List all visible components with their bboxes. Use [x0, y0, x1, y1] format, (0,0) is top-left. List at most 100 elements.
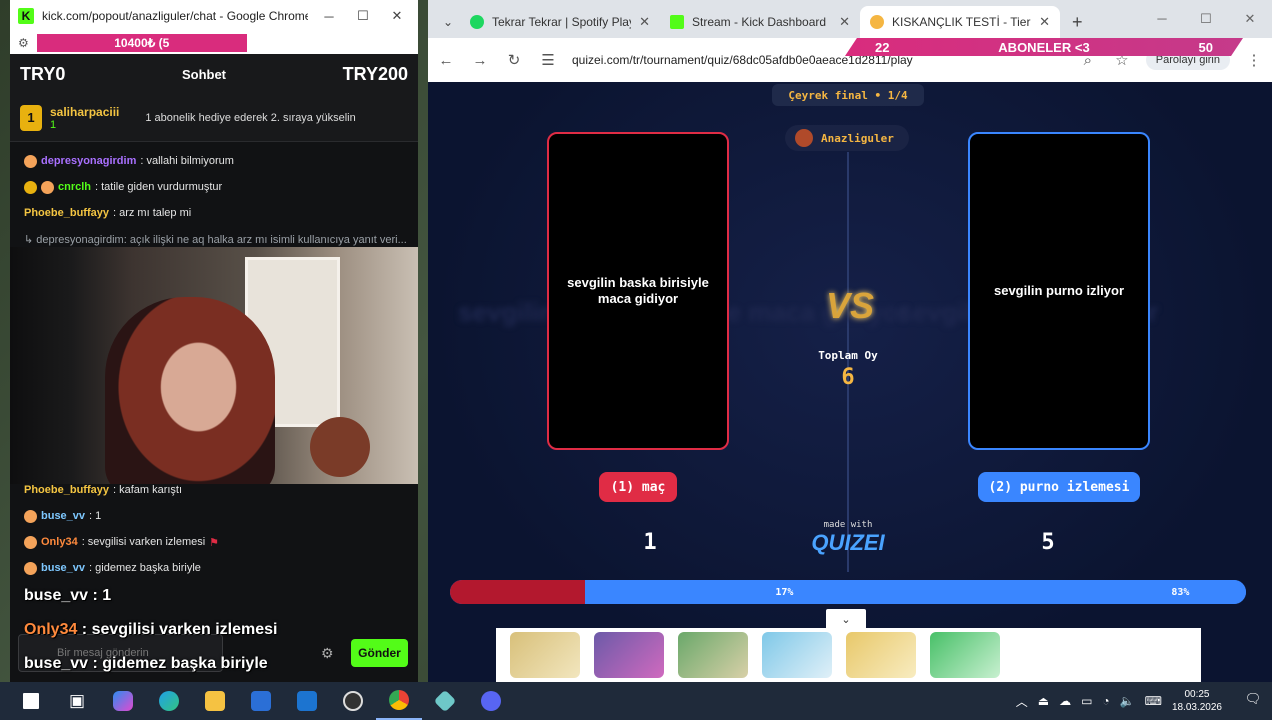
minimize-button[interactable]: ─: [1140, 0, 1184, 38]
cat-badge-icon: [24, 509, 37, 523]
gift-leaderboard[interactable]: 1 saliharpaciii 1 1 abonelik hediye eder…: [10, 94, 418, 142]
left-option-text: sevgilin baska birisiyle maca gidiyor: [567, 275, 709, 306]
close-tab-icon[interactable]: ✕: [1039, 14, 1050, 30]
expand-ad-chevron-icon[interactable]: ⌄: [826, 609, 866, 629]
wifi-icon[interactable]: ◔: [1102, 694, 1109, 708]
creator-chip[interactable]: Anazliguler: [785, 125, 909, 151]
maximize-button[interactable]: ☐: [1184, 0, 1228, 38]
left-vote-count: 1: [643, 530, 657, 555]
creator-avatar: [795, 129, 813, 147]
teddy-bear-image: [310, 417, 370, 477]
cat-badge-icon: [24, 561, 37, 575]
close-tab-icon[interactable]: ✕: [839, 14, 850, 30]
copilot-icon[interactable]: [100, 682, 146, 720]
ad-product-image[interactable]: [846, 632, 916, 678]
chat-settings-icon[interactable]: ⚙: [321, 645, 334, 662]
discord-icon[interactable]: [468, 682, 514, 720]
minimize-button[interactable]: ─: [316, 9, 342, 24]
file-explorer-icon[interactable]: [192, 682, 238, 720]
site-settings-icon[interactable]: ⚙: [18, 36, 29, 50]
back-icon[interactable]: ←: [436, 52, 456, 69]
chat-message: buse_vv : gidemez başka biriyle: [10, 555, 418, 581]
maximize-button[interactable]: ☐: [350, 8, 376, 24]
tab-title: Tekrar Tekrar | Spotify Playl: [492, 15, 632, 29]
close-button[interactable]: ✕: [1228, 0, 1272, 38]
tab-spotify[interactable]: Tekrar Tekrar | Spotify Playl ✕: [460, 6, 660, 38]
right-choice-button[interactable]: (2) purno izlemesi: [978, 472, 1140, 502]
jewelry-ad-banner[interactable]: [496, 628, 1201, 682]
start-windows-icon[interactable]: [8, 682, 54, 720]
kick-chat-popout-window: K kick.com/popout/anazliguler/chat - Goo…: [10, 0, 418, 682]
window-controls: ─ ☐ ✕: [1140, 0, 1272, 38]
clock[interactable]: 00:25 18.03.2026: [1172, 688, 1222, 714]
task-view-icon[interactable]: ▣: [54, 682, 100, 720]
tab-title: Stream - Kick Dashboard: [692, 15, 827, 29]
menu-icon[interactable]: ⋮: [1244, 51, 1264, 69]
chat-message: Only34: sevgilisi varken izlemesi ⚑: [10, 529, 418, 555]
chat-message: depresyonagirdim : vallahi bilmiyorum: [10, 148, 418, 174]
vs-icon: VS: [826, 285, 875, 326]
overlay-line: Only34 : sevgilisi varken izlemesi: [24, 619, 277, 653]
leader-username: saliharpaciii: [50, 104, 120, 119]
chat-username[interactable]: buse_vv: [41, 562, 85, 574]
edge-icon[interactable]: [146, 682, 192, 720]
left-choice-button[interactable]: (1) maç: [599, 472, 677, 502]
tab-quizei[interactable]: KISKANÇLIK TESTİ - Tier Lis ✕: [860, 6, 1060, 38]
chat-username[interactable]: Phoebe_buffayy: [24, 484, 109, 496]
reload-icon[interactable]: ↻: [504, 51, 524, 69]
new-tab-button[interactable]: +: [1060, 6, 1095, 38]
forward-icon[interactable]: →: [470, 52, 490, 69]
send-button[interactable]: Gönder: [351, 639, 408, 667]
volume-icon[interactable]: 🔈: [1120, 694, 1135, 708]
overlay-text: : sevgilisi varken izlemesi: [77, 621, 278, 638]
cloud-icon[interactable]: ☁: [1059, 694, 1071, 708]
right-option-card[interactable]: sevgilin purno izliyor: [968, 132, 1150, 450]
tab-kick-dashboard[interactable]: Stream - Kick Dashboard ✕: [660, 6, 860, 38]
notification-icon[interactable]: 🗨: [1242, 691, 1264, 711]
obs-icon[interactable]: [330, 682, 376, 720]
vote-split-bar: 17% 83%: [450, 580, 1246, 604]
total-votes-label: Toplam Oy: [818, 349, 878, 362]
ad-product-image[interactable]: [678, 632, 748, 678]
chat-text: : vallahi bilmiyorum: [140, 155, 234, 167]
chat-text: : sevgilisi varken izlemesi: [81, 536, 206, 548]
ad-product-image[interactable]: [762, 632, 832, 678]
chat-username[interactable]: Phoebe_buffayy: [24, 207, 109, 219]
chat-title: Sohbet: [181, 66, 227, 82]
chat-text: : gidemez başka biriyle: [89, 562, 201, 574]
tray-expand-icon[interactable]: ︿: [1016, 693, 1028, 710]
total-votes-value: 6: [841, 365, 855, 390]
system-tray: ︿ ⏏ ☁ ▭ ◔ 🔈 ⌨ 00:25 18.03.2026: [1016, 682, 1222, 720]
rank-medal-icon: 1: [20, 104, 42, 131]
chat-username[interactable]: depresyonagirdim: [41, 155, 136, 167]
right-vote-share: 17% 83%: [585, 580, 1246, 604]
chat-username[interactable]: Only34: [41, 536, 78, 548]
quizei-logo[interactable]: QUIZEI: [808, 530, 888, 556]
left-vote-share: [450, 580, 586, 604]
quiz-page: Çeyrek final • 1/4 Anazliguler sevgilin …: [428, 82, 1272, 682]
leader-sub-count: 1: [50, 118, 57, 131]
language-icon[interactable]: ⌨: [1145, 694, 1162, 708]
chrome-icon[interactable]: [376, 682, 422, 720]
chat-message: buse_vv: 1: [10, 503, 418, 529]
streamlabs-icon[interactable]: [422, 682, 468, 720]
chat-username[interactable]: cnrclh: [58, 181, 91, 193]
site-info-icon[interactable]: ☰: [538, 51, 558, 69]
goal-progress-overlay: 10400₺ (5: [36, 34, 247, 52]
chat-username[interactable]: buse_vv: [41, 510, 85, 522]
streamer-image: [105, 297, 275, 484]
tab-search-icon[interactable]: ⌄: [436, 6, 460, 38]
popout-window-title: kick.com/popout/anazliguler/chat - Googl…: [42, 9, 308, 23]
ad-product-image[interactable]: [594, 632, 664, 678]
outlook-icon[interactable]: [284, 682, 330, 720]
ad-product-image[interactable]: [930, 632, 1000, 678]
left-option-card[interactable]: sevgilin baska birisiyle maca gidiyor: [547, 132, 729, 450]
currency-left: TRY0: [20, 63, 66, 84]
close-tab-icon[interactable]: ✕: [639, 14, 650, 30]
chat-text: : arz mı talep mi: [112, 207, 192, 219]
usb-icon[interactable]: ⏏: [1038, 694, 1049, 708]
store-icon[interactable]: [238, 682, 284, 720]
close-button[interactable]: ✕: [384, 8, 410, 24]
ad-product-image[interactable]: [510, 632, 580, 678]
battery-icon[interactable]: ▭: [1081, 694, 1092, 708]
